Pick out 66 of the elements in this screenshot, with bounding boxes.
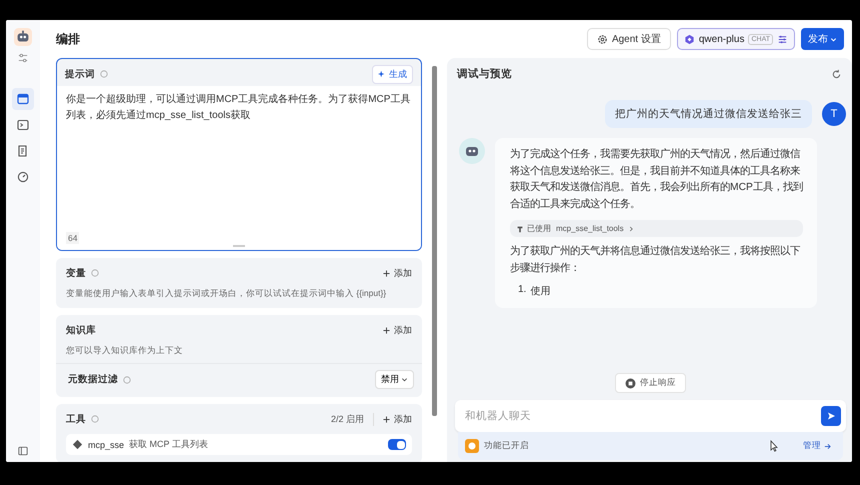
model-name: qwen-plus: [698, 34, 744, 44]
tool-call-label: 已使用: [527, 223, 551, 234]
plus-icon: [383, 416, 390, 422]
prompt-field[interactable]: 你是一个超级助理，可以通过调用MCP工具完成各种任务。为了获得MCP工具列表，必须先通过mcp_sse_list_tools获取 64: [57, 86, 421, 250]
feature-icon: [465, 439, 479, 453]
section-title: 变量: [66, 266, 86, 280]
help-icon: [123, 376, 131, 384]
tool-icon: [72, 439, 83, 450]
section-title: 知识库: [66, 324, 96, 336]
chat-input[interactable]: 和机器人聊天: [463, 409, 821, 423]
add-button[interactable]: 添加: [383, 266, 412, 280]
feature-status: 功能已开启: [484, 440, 529, 452]
section-title: 工具: [66, 412, 86, 426]
model-logo-icon: [684, 34, 695, 44]
panel-title: 调试与预览: [457, 67, 512, 81]
tool-call-name: mcp_sse_list_tools: [556, 224, 624, 233]
sliders-icon[interactable]: [777, 34, 788, 44]
tool-description: 获取 MCP 工具列表: [129, 438, 208, 451]
caret-icon: [401, 376, 408, 383]
generate-button[interactable]: 生成: [372, 64, 413, 84]
stop-icon: [625, 378, 636, 388]
bot-avatar-icon: [459, 138, 485, 164]
list-number: 1.: [518, 284, 526, 297]
send-icon: [826, 411, 836, 421]
stop-response-button[interactable]: 停止响应: [615, 373, 686, 393]
tool-name: mcp_sse: [88, 440, 124, 450]
help-icon: [91, 269, 99, 277]
composer-bar[interactable]: 和机器人聊天: [455, 400, 846, 432]
resize-handle[interactable]: [233, 245, 245, 247]
add-button[interactable]: 添加: [383, 324, 412, 336]
manage-link[interactable]: 管理: [803, 440, 831, 452]
section-description: 您可以导入知识库作为上下文: [66, 345, 184, 357]
section-title: 提示词: [65, 68, 95, 80]
gear-icon: [596, 34, 608, 44]
scrollbar-thumb[interactable]: [432, 66, 437, 416]
prompt-text: 你是一个超级助理，可以通过调用MCP工具完成各种任务。为了获得MCP工具列表，必须先通过mcp_sse_list_tools获取: [66, 92, 412, 123]
page-title: 编排: [56, 30, 80, 48]
add-button[interactable]: 添加: [383, 412, 412, 426]
sidebar-toggle-icon[interactable]: [18, 446, 28, 456]
layout-nav-icon[interactable]: [12, 88, 34, 110]
help-icon: [100, 70, 108, 78]
sparkle-icon: [378, 70, 386, 78]
caret-icon: [830, 36, 837, 42]
plus-icon: [383, 270, 390, 276]
filter-dropdown[interactable]: 禁用: [375, 370, 414, 389]
message-paragraph: 为了获取广州的天气并将信息通过微信发送给张三，我将按照以下步骤进行操作：: [510, 244, 801, 276]
filter-label: 元数据过滤: [68, 373, 118, 386]
help-icon: [91, 415, 99, 423]
section-description: 变量能使用户输入表单引入提示词或开场白，你可以试试在提示词中输入 {{input}}: [66, 288, 388, 300]
agent-settings-button[interactable]: Agent 设置: [586, 28, 671, 50]
user-message: 把广州的天气情况通过微信发送给张三: [605, 100, 812, 128]
enabled-count: 2/2 启用: [330, 412, 374, 426]
plus-icon: [383, 326, 390, 334]
message-paragraph: 为了完成这个任务，我需要先获取广州的天气情况，然后通过微信将这个信息发送给张三。但是，我目前并不知道具体的工具名称来获取天气和发送微信消息。首先，我会列出所有的MCP工具，找到合适的工具来完成这个任务。: [510, 147, 803, 212]
tool-call-chip[interactable]: 已使用 mcp_sse_list_tools: [510, 220, 803, 237]
refresh-icon[interactable]: [831, 68, 842, 80]
mouse-pointer-icon: [770, 440, 778, 452]
arrow-right-icon: [824, 442, 831, 450]
publish-button[interactable]: 发布: [801, 28, 844, 50]
send-button[interactable]: [821, 406, 841, 426]
character-count: 64: [66, 232, 80, 244]
list-item: 使用: [530, 285, 550, 298]
robot-logo-icon[interactable]: [14, 28, 32, 46]
toggle-switch[interactable]: [388, 439, 406, 450]
sliders-icon[interactable]: [18, 53, 28, 63]
user-avatar: T: [822, 102, 846, 126]
